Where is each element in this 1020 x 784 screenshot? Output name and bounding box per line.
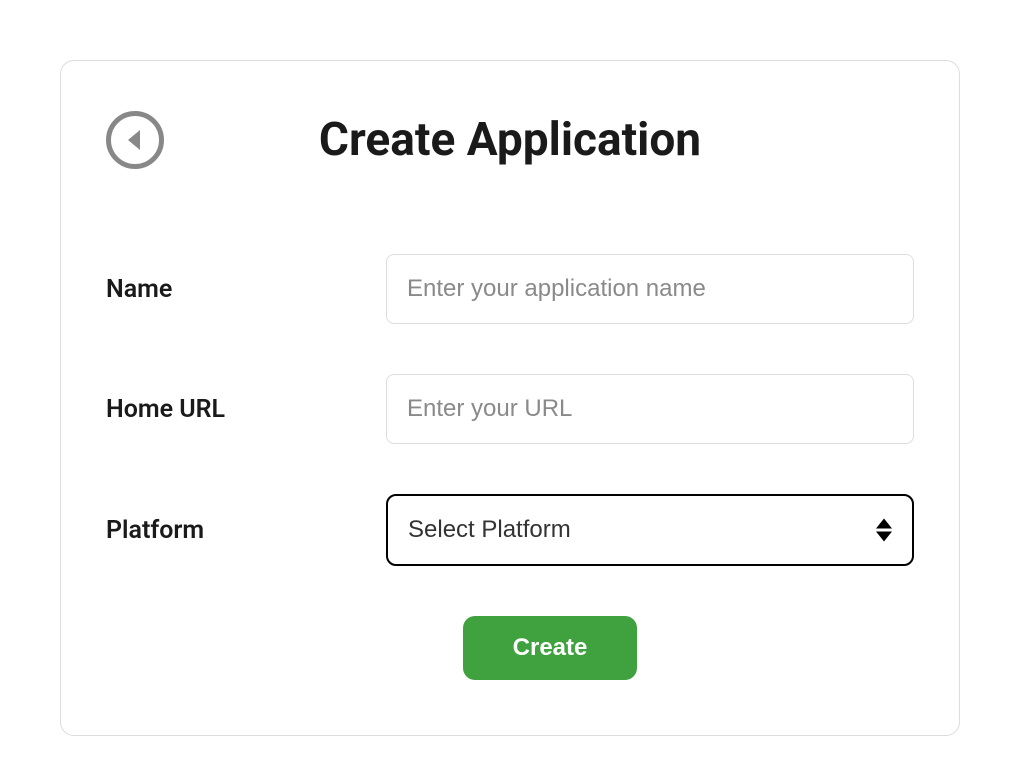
create-application-card: Create Application Name Home URL Platfor… <box>60 60 960 736</box>
home-url-control <box>386 374 914 444</box>
page-title: Create Application <box>106 111 914 169</box>
platform-select[interactable]: Select Platform <box>386 494 914 566</box>
back-button[interactable] <box>106 111 164 169</box>
platform-selected-label: Select Platform <box>408 516 571 544</box>
form-row-platform: Platform Select Platform <box>106 494 914 566</box>
form-row-home-url: Home URL <box>106 374 914 444</box>
header-row: Create Application <box>106 111 914 169</box>
platform-select-wrapper: Select Platform <box>386 494 914 566</box>
create-button[interactable]: Create <box>463 616 638 680</box>
form-row-name: Name <box>106 254 914 324</box>
arrow-left-icon <box>125 128 143 152</box>
name-input[interactable] <box>386 254 914 324</box>
home-url-label: Home URL <box>106 395 386 424</box>
button-row: Create <box>106 616 914 680</box>
home-url-input[interactable] <box>386 374 914 444</box>
name-label: Name <box>106 275 386 304</box>
platform-label: Platform <box>106 516 386 545</box>
platform-control: Select Platform <box>386 494 914 566</box>
name-control <box>386 254 914 324</box>
